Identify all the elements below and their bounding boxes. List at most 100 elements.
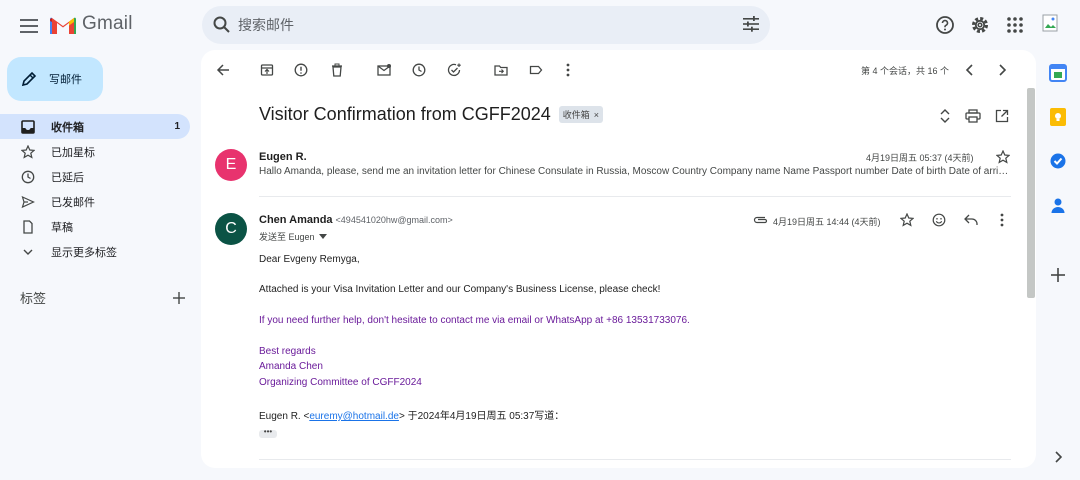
add-label-icon[interactable] xyxy=(173,291,185,304)
star-toggle-icon[interactable] xyxy=(898,211,916,229)
sidebar-item-label: 已加星标 xyxy=(51,146,95,159)
newer-chevron-left-icon[interactable] xyxy=(961,61,979,79)
search-input[interactable] xyxy=(238,6,718,44)
message-snippet[interactable]: Hallo Amanda, please, send me an invitat… xyxy=(259,166,1011,177)
sidebar-item-inbox[interactable]: 收件箱 1 xyxy=(0,114,190,139)
email-greeting: Dear Evgeny Remyga, xyxy=(259,254,360,265)
keep-notes-icon[interactable] xyxy=(1047,106,1069,128)
label-tag-icon[interactable] xyxy=(527,61,545,79)
gmail-logo-text: Gmail xyxy=(82,13,133,34)
calendar-icon[interactable] xyxy=(1047,62,1069,84)
sidebar-item-starred[interactable]: 已加星标 xyxy=(0,139,190,164)
pencil-icon xyxy=(21,71,37,87)
sidebar-item-snoozed[interactable]: 已延后 xyxy=(0,164,190,189)
unread-count: 1 xyxy=(174,121,180,132)
email-body-line: If you need further help, don't hesitate… xyxy=(259,315,690,326)
chevron-down-icon xyxy=(20,244,36,260)
sidebar-item-label: 收件箱 xyxy=(51,121,84,134)
tasks-icon[interactable] xyxy=(1047,150,1069,172)
sender-name[interactable]: Eugen R. xyxy=(259,151,307,163)
sidebar-item-label: 草稿 xyxy=(51,221,73,234)
quoted-email-link[interactable]: euremy@hotmail.de xyxy=(309,411,399,422)
signature-line: Amanda Chen xyxy=(259,361,323,372)
star-toggle-icon[interactable] xyxy=(994,148,1012,166)
pagination-text: 第 4 个会话，共 16 个 xyxy=(860,66,949,76)
sidebar-nav: 收件箱 1 已加星标 已延后 已发邮件 草稿 显示更多标签 xyxy=(0,114,190,264)
quote-suffix: > 于2024年4月19日周五 05:37写道： xyxy=(398,411,565,422)
sender-email: <494541020hw@gmail.com> xyxy=(335,215,453,225)
gmail-logo[interactable]: Gmail xyxy=(50,13,133,35)
sidebar-item-sent[interactable]: 已发邮件 xyxy=(0,189,190,214)
remove-label-icon[interactable]: × xyxy=(594,110,599,120)
emoji-reaction-icon[interactable] xyxy=(930,211,948,229)
avatar-letter: E xyxy=(225,156,237,173)
subject-row: Visitor Confirmation from CGFF2024 收件箱 × xyxy=(259,104,604,125)
sidebar-item-more[interactable]: 显示更多标签 xyxy=(0,239,190,264)
search-options-icon[interactable] xyxy=(742,15,760,33)
help-icon[interactable] xyxy=(932,12,958,38)
search-bar xyxy=(202,6,770,44)
chip-label: 收件箱 xyxy=(562,110,590,120)
apps-grid-icon[interactable] xyxy=(1002,12,1028,38)
scrollbar-thumb[interactable] xyxy=(1027,88,1035,298)
sidebar-item-label: 已发邮件 xyxy=(51,196,95,209)
message-divider xyxy=(259,459,1011,460)
signature-line: Best regards xyxy=(259,346,316,357)
add-task-icon[interactable] xyxy=(445,61,463,79)
settings-gear-icon[interactable] xyxy=(967,12,993,38)
open-new-window-icon[interactable] xyxy=(993,107,1011,125)
gmail-m-icon xyxy=(50,14,76,34)
top-bar: Gmail xyxy=(0,0,1080,50)
to-line-text: 发送至 Eugen xyxy=(259,232,315,242)
compose-button[interactable]: 写邮件 xyxy=(7,57,103,101)
sender-name-text: Chen Amanda xyxy=(259,214,333,226)
thread-subject: Visitor Confirmation from CGFF2024 xyxy=(259,104,551,124)
quote-header: Eugen R. <euremy@hotmail.de> 于2024年4月19日… xyxy=(259,407,564,422)
message-toolbar: 第 4 个会话，共 16 个 xyxy=(201,50,1036,90)
labels-heading: 标签 xyxy=(20,291,47,306)
hamburger-icon xyxy=(20,19,38,33)
draft-icon xyxy=(20,219,36,235)
move-to-folder-icon[interactable] xyxy=(492,61,510,79)
star-icon xyxy=(20,144,36,160)
compose-label: 写邮件 xyxy=(49,74,82,86)
older-chevron-right-icon[interactable] xyxy=(993,61,1011,79)
contacts-icon[interactable] xyxy=(1047,194,1069,216)
quote-prefix: Eugen R. < xyxy=(259,411,310,422)
main-menu-button[interactable] xyxy=(14,11,44,41)
message-date: 4月19日周五 05:37 (4天前) xyxy=(866,153,974,163)
avatar-letter: C xyxy=(225,220,237,237)
sidebar-item-drafts[interactable]: 草稿 xyxy=(0,214,190,239)
inbox-icon xyxy=(20,119,36,135)
email-body-line: Attached is your Visa Invitation Letter … xyxy=(259,284,661,295)
expand-collapse-icon[interactable] xyxy=(936,107,954,125)
show-trimmed-content-button[interactable]: ••• xyxy=(259,428,277,438)
expand-side-panel-chevron-icon[interactable] xyxy=(1047,446,1069,468)
mark-unread-icon[interactable] xyxy=(375,61,393,79)
archive-icon[interactable] xyxy=(258,61,276,79)
reply-arrow-icon[interactable] xyxy=(962,211,980,229)
add-app-plus-icon[interactable] xyxy=(1047,264,1069,286)
more-vert-icon[interactable] xyxy=(559,61,577,79)
attachment-paperclip-icon xyxy=(752,211,770,229)
back-arrow-icon[interactable] xyxy=(214,61,232,79)
inbox-label-chip[interactable]: 收件箱 × xyxy=(558,106,604,123)
snooze-clock-icon[interactable] xyxy=(410,61,428,79)
signature-line: Organizing Committee of CGFF2024 xyxy=(259,377,422,388)
message-more-vert-icon[interactable] xyxy=(993,211,1011,229)
sender-avatar[interactable]: C xyxy=(215,213,247,245)
message-date: 4月19日周五 14:44 (4天前) xyxy=(773,217,881,227)
message-view: 第 4 个会话，共 16 个 Visitor Confirmation from… xyxy=(201,50,1036,468)
print-icon[interactable] xyxy=(964,107,982,125)
account-avatar[interactable] xyxy=(1040,11,1068,39)
caret-down-icon xyxy=(318,234,327,239)
send-icon xyxy=(20,194,36,210)
sender-name[interactable]: Chen Amanda <494541020hw@gmail.com> xyxy=(259,214,453,226)
search-icon[interactable] xyxy=(212,15,232,35)
sidebar-item-label: 已延后 xyxy=(51,171,84,184)
sender-avatar[interactable]: E xyxy=(215,149,247,181)
clock-icon xyxy=(20,169,36,185)
trash-icon[interactable] xyxy=(328,61,346,79)
recipient-details[interactable]: 发送至 Eugen xyxy=(259,230,327,243)
report-spam-icon[interactable] xyxy=(292,61,310,79)
